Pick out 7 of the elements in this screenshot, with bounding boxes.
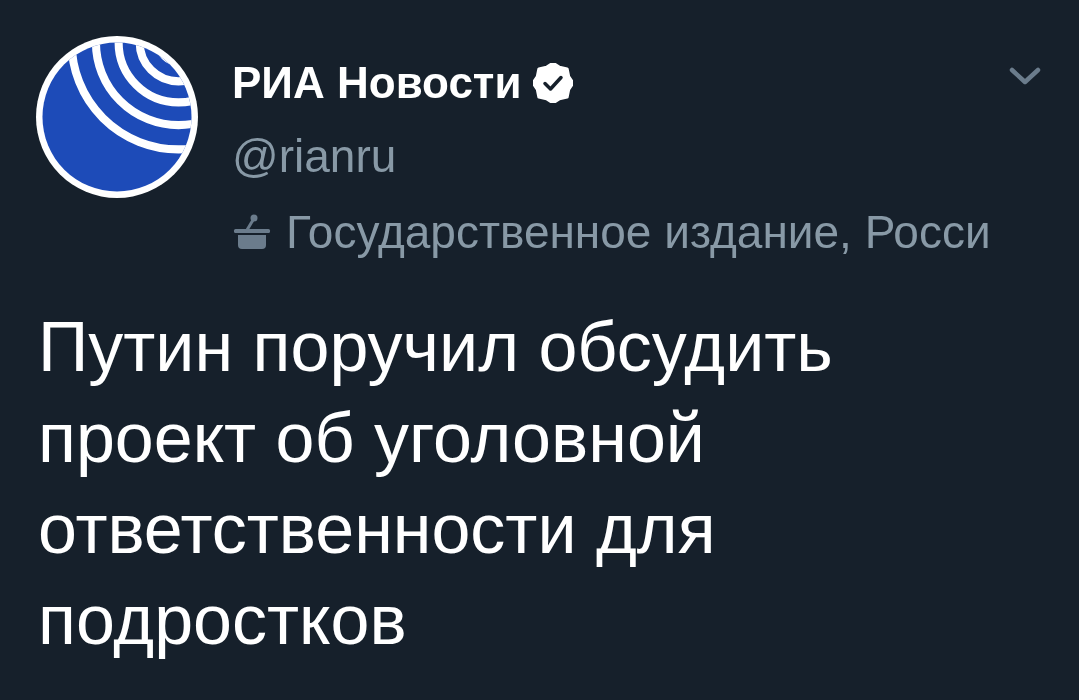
chevron-down-icon (1009, 67, 1041, 85)
affiliation-label: Государственное издание, Росси (286, 206, 991, 258)
author-name: РИА Новости (232, 58, 522, 108)
avatar-logo-icon (36, 36, 198, 198)
tweet-text: Путин поручил обсудить проект об уголовной ответственности для подростков (37, 307, 834, 661)
author-handle: @rianru (232, 130, 397, 182)
podium-microphone-icon (232, 214, 272, 250)
